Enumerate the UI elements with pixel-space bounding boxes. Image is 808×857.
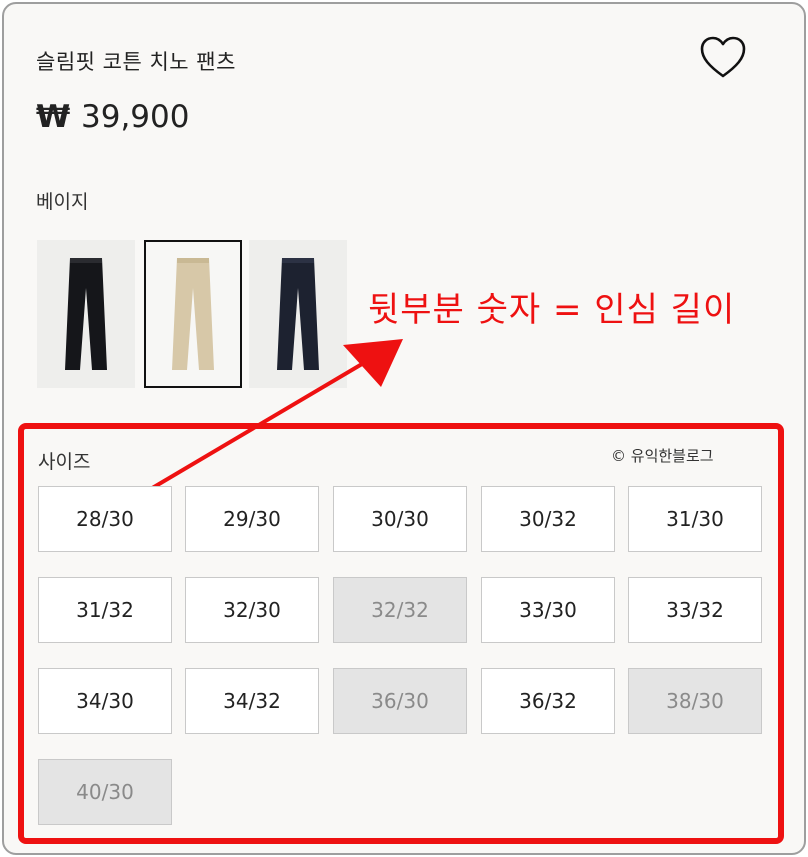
- size-option-34-32[interactable]: 34/32: [185, 668, 319, 734]
- size-option-38-30: 38/30: [628, 668, 762, 734]
- size-option-31-32[interactable]: 31/32: [38, 577, 172, 643]
- size-option-33-30[interactable]: 33/30: [481, 577, 615, 643]
- product-title: 슬림핏 코튼 치노 팬츠: [36, 50, 236, 74]
- color-swatch-black[interactable]: [37, 240, 135, 388]
- size-option-31-30[interactable]: 31/30: [628, 486, 762, 552]
- annotation-text: 뒷부분 숫자 = 인심 길이: [368, 290, 736, 330]
- price-value: 39,900: [81, 99, 190, 135]
- size-option-34-30[interactable]: 34/30: [38, 668, 172, 734]
- wishlist-heart-icon[interactable]: [699, 36, 747, 80]
- size-option-33-32[interactable]: 33/32: [628, 577, 762, 643]
- currency-symbol: ₩: [36, 99, 71, 135]
- color-swatch-navy[interactable]: [249, 240, 347, 388]
- product-price: ₩ 39,900: [36, 99, 189, 135]
- watermark-text: © 유익한블로그: [611, 447, 714, 465]
- size-section-label: 사이즈: [38, 451, 91, 473]
- selected-color-label: 베이지: [36, 191, 89, 213]
- size-option-36-30: 36/30: [333, 668, 467, 734]
- color-swatch-beige[interactable]: [144, 240, 242, 388]
- size-option-30-30[interactable]: 30/30: [333, 486, 467, 552]
- size-option-40-30: 40/30: [38, 759, 172, 825]
- size-option-28-30[interactable]: 28/30: [38, 486, 172, 552]
- size-option-29-30[interactable]: 29/30: [185, 486, 319, 552]
- size-option-32-30[interactable]: 32/30: [185, 577, 319, 643]
- size-option-36-32[interactable]: 36/32: [481, 668, 615, 734]
- size-option-32-32: 32/32: [333, 577, 467, 643]
- size-option-30-32[interactable]: 30/32: [481, 486, 615, 552]
